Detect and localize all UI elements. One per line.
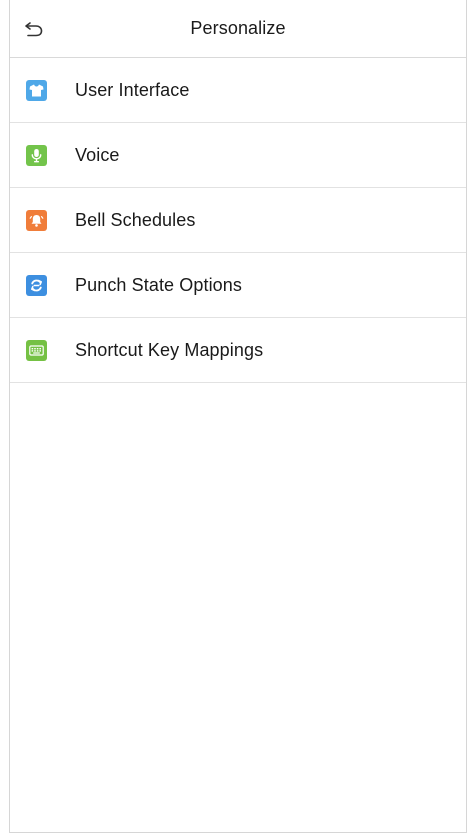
personalize-screen: Personalize User Interface Voice Bell Sc… xyxy=(9,0,467,833)
microphone-icon xyxy=(26,144,47,166)
tshirt-icon xyxy=(26,79,47,101)
menu-item-shortcut-key-mappings[interactable]: Shortcut Key Mappings xyxy=(10,318,466,383)
menu-item-label: User Interface xyxy=(75,79,190,100)
menu-item-label: Shortcut Key Mappings xyxy=(75,339,264,360)
menu-item-label: Punch State Options xyxy=(75,274,243,295)
menu-item-voice[interactable]: Voice xyxy=(10,123,466,188)
menu-item-punch-state-options[interactable]: Punch State Options xyxy=(10,253,466,318)
menu-item-bell-schedules[interactable]: Bell Schedules xyxy=(10,188,466,253)
header-bar: Personalize xyxy=(10,0,466,58)
menu-item-label: Voice xyxy=(75,144,120,165)
menu-item-user-interface[interactable]: User Interface xyxy=(10,58,466,123)
punch-state-icon xyxy=(26,274,47,296)
settings-menu: User Interface Voice Bell Schedules Punc… xyxy=(10,58,466,383)
back-arrow-icon xyxy=(25,22,43,37)
menu-item-label: Bell Schedules xyxy=(75,209,196,230)
keyboard-icon xyxy=(26,339,47,361)
back-button[interactable] xyxy=(23,18,45,40)
page-title: Personalize xyxy=(190,18,286,38)
bell-icon xyxy=(26,209,47,231)
